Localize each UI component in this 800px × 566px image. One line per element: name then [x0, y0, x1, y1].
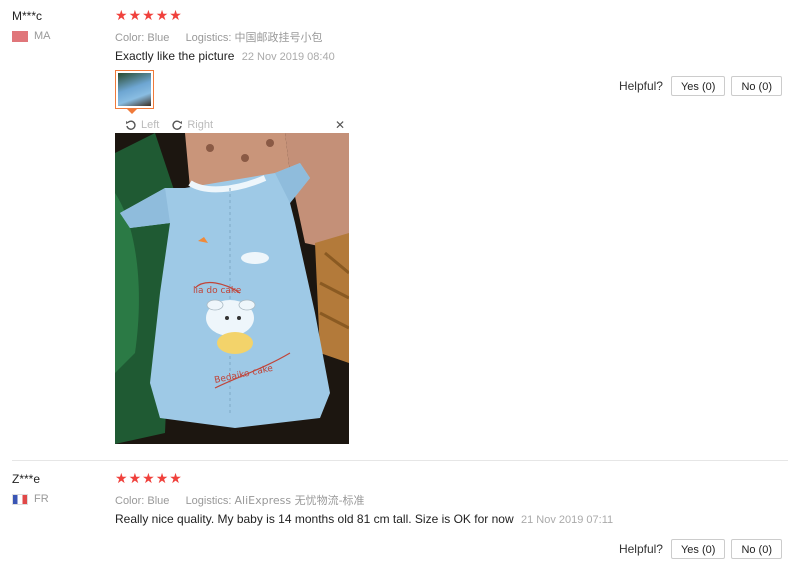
color-value: Blue [147, 495, 170, 507]
photo-viewer-toolbar: Left Right ✕ [115, 117, 349, 133]
helpful-label: Helpful? [618, 542, 663, 556]
helpful-no-button[interactable]: No (0) [731, 76, 782, 96]
star-icon: ★ [169, 8, 182, 24]
helpful-yes-button[interactable]: Yes (0) [670, 539, 726, 559]
star-icon: ★ [142, 471, 155, 487]
logistics-value: AliExpress 无忧物流-标准 [234, 494, 365, 507]
helpful-vote: Helpful? Yes (0) No (0) [619, 539, 782, 559]
feedback-body: Exactly like the picture [115, 49, 235, 63]
country-code: MA [34, 30, 51, 42]
order-attributes: Color: Blue Logistics: 中国邮政挂号小包 [115, 29, 322, 45]
close-icon[interactable]: ✕ [335, 118, 345, 132]
review-item: Z***e FR ★ ★ ★ ★ ★ Color: Blue Logistics… [0, 461, 800, 566]
reviewer-name: M***c [12, 9, 43, 23]
thumbnail-image [118, 73, 151, 106]
thumbnail-pointer [127, 109, 137, 114]
review-photo-large: lia do cake Bedaiko cake [115, 133, 349, 444]
rotate-left-icon [126, 120, 136, 130]
helpful-label: Helpful? [618, 79, 663, 93]
rotate-right-label: Right [187, 119, 214, 131]
star-icon: ★ [128, 8, 142, 24]
helpful-yes-button[interactable]: Yes (0) [670, 76, 726, 96]
review-item: M***c MA ★ ★ ★ ★ ★ Color: Blue Logistics… [0, 0, 800, 460]
rotate-right-icon [172, 120, 183, 130]
baby-sleeping-bag-photo: lia do cake Bedaiko cake [115, 133, 349, 444]
rotate-left-label: Left [141, 119, 160, 131]
star-icon: ★ [142, 8, 155, 24]
feedback-text: Exactly like the picture 22 Nov 2019 08:… [115, 49, 335, 63]
star-icon: ★ [169, 471, 182, 487]
logistics-label: Logistics: [185, 32, 232, 44]
morocco-flag-icon [12, 30, 28, 42]
star-icon: ★ [128, 471, 142, 487]
rotate-right-button[interactable]: Right [171, 119, 213, 131]
reviewer-name: Z***e [12, 472, 41, 486]
star-rating: ★ ★ ★ ★ ★ [115, 472, 182, 486]
star-icon: ★ [115, 471, 128, 487]
review-photo-thumbnail[interactable] [115, 70, 154, 109]
helpful-no-button[interactable]: No (0) [731, 539, 782, 559]
star-icon: ★ [115, 8, 128, 24]
reviewer-country: MA [12, 30, 51, 42]
reviewer-country: FR [12, 493, 49, 505]
country-code: FR [34, 493, 49, 505]
france-flag-icon [12, 493, 28, 505]
color-label: Color: [115, 32, 145, 44]
order-attributes: Color: Blue Logistics: AliExpress 无忧物流-标… [115, 492, 365, 508]
star-icon: ★ [155, 471, 169, 487]
feedback-date: 21 Nov 2019 07:11 [520, 514, 614, 526]
logistics-value: 中国邮政挂号小包 [234, 31, 323, 44]
color-value: Blue [147, 32, 170, 44]
color-label: Color: [115, 495, 145, 507]
star-rating: ★ ★ ★ ★ ★ [115, 9, 182, 23]
logistics-label: Logistics: [185, 495, 232, 507]
feedback-date: 22 Nov 2019 08:40 [241, 51, 335, 63]
svg-text:lia do cake: lia do cake [193, 286, 242, 296]
star-icon: ★ [155, 8, 169, 24]
feedback-body: Really nice quality. My baby is 14 month… [115, 512, 514, 526]
helpful-vote: Helpful? Yes (0) No (0) [619, 76, 782, 96]
feedback-text: Really nice quality. My baby is 14 month… [115, 512, 613, 526]
rotate-left-button[interactable]: Left [125, 119, 159, 131]
